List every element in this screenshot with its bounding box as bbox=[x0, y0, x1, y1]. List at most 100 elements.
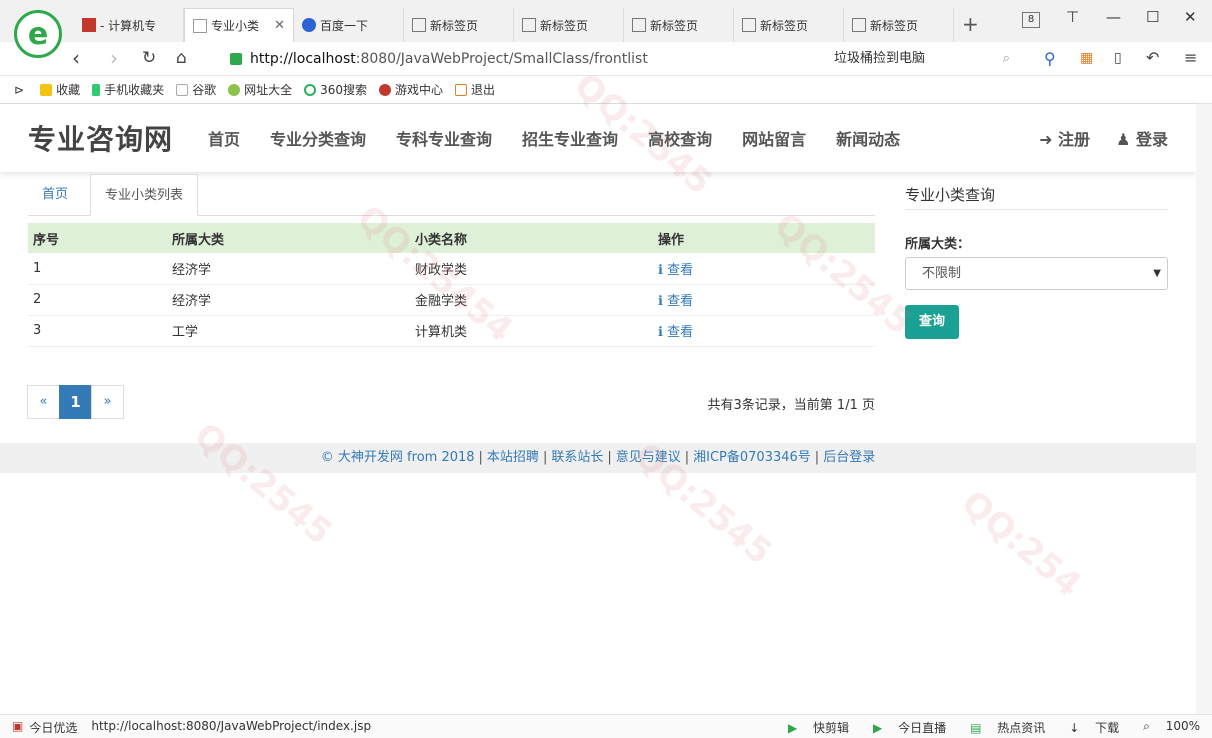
tab-count-badge[interactable]: 8 bbox=[1022, 12, 1040, 28]
tab-6[interactable]: 新标签页 bbox=[624, 8, 734, 42]
close-tab-icon[interactable]: ✕ bbox=[274, 18, 285, 33]
page-icon bbox=[193, 18, 207, 33]
info-icon: ℹ bbox=[658, 325, 668, 340]
bookmark-favorites[interactable]: 收藏 bbox=[40, 81, 80, 98]
pager-next[interactable]: » bbox=[91, 385, 124, 419]
page-content: 专业咨询网 首页 专业分类查询 专科专业查询 招生专业查询 高校查询 网站留言 … bbox=[0, 65, 1196, 714]
status-bar: ▣ 今日优选 http://localhost:8080/JavaWebProj… bbox=[0, 714, 1212, 738]
reader-icon[interactable]: ▯ bbox=[1114, 50, 1122, 66]
nav-college[interactable]: 高校查询 bbox=[648, 126, 712, 150]
phone-icon bbox=[92, 83, 101, 96]
grid-icon bbox=[742, 18, 756, 32]
magnifier-icon[interactable]: ⚲ bbox=[1044, 49, 1056, 68]
minimize-icon[interactable]: — bbox=[1106, 8, 1121, 26]
home-icon[interactable]: ⌂ bbox=[176, 48, 187, 68]
status-live[interactable]: ▶ 今日直播 bbox=[861, 719, 946, 736]
category-select[interactable]: 不限制 ▼ bbox=[905, 257, 1168, 290]
tab-5[interactable]: 新标签页 bbox=[514, 8, 624, 42]
view-link[interactable]: ℹ 查看 bbox=[653, 284, 875, 316]
status-label[interactable]: 今日优选 bbox=[29, 719, 77, 736]
skin-icon[interactable]: ⊤ bbox=[1066, 8, 1079, 26]
forward-icon[interactable]: › bbox=[110, 46, 118, 70]
footer-link-jobs[interactable]: 本站招聘 bbox=[487, 450, 539, 465]
login-link[interactable]: ♟ 登录 bbox=[1116, 126, 1168, 150]
nav-specialty[interactable]: 专科专业查询 bbox=[396, 126, 492, 150]
table-row: 2 经济学 金融学类 ℹ 查看 bbox=[28, 284, 875, 316]
register-link[interactable]: ➜ 注册 bbox=[1039, 126, 1090, 150]
nav-enrollment[interactable]: 招生专业查询 bbox=[522, 126, 618, 150]
pager-current[interactable]: 1 bbox=[59, 385, 92, 419]
tab-4[interactable]: 新标签页 bbox=[404, 8, 514, 42]
tab-label: - 计算机专 bbox=[100, 18, 157, 33]
nav-major-category[interactable]: 专业分类查询 bbox=[270, 126, 366, 150]
bookmark-360[interactable]: 360搜索 bbox=[304, 81, 367, 98]
nav-news[interactable]: 新闻动态 bbox=[836, 126, 900, 150]
bookmark-mobile[interactable]: 手机收藏夹 bbox=[92, 81, 164, 98]
login-label: 登录 bbox=[1135, 130, 1168, 149]
baidu-icon bbox=[302, 18, 316, 32]
nav-home[interactable]: 首页 bbox=[208, 126, 240, 150]
undo-icon[interactable]: ↶ bbox=[1146, 48, 1159, 67]
apps-icon[interactable]: ▦ bbox=[1080, 50, 1093, 66]
status-news[interactable]: ▤ 热点资讯 bbox=[958, 719, 1045, 736]
zoom-level[interactable]: ⌕ 100% bbox=[1131, 719, 1200, 736]
tab-label: 新标签页 bbox=[430, 18, 479, 33]
footer-link-contact[interactable]: 联系站长 bbox=[551, 450, 603, 465]
bookmark-games[interactable]: 游戏中心 bbox=[379, 81, 443, 98]
tab-active[interactable]: 专业小类 ✕ bbox=[184, 8, 294, 42]
exit-icon bbox=[455, 83, 468, 96]
breadcrumb: 首页 专业小类列表 bbox=[28, 174, 875, 216]
url-field[interactable]: http://localhost:8080/JavaWebProject/Sma… bbox=[230, 47, 810, 71]
back-icon[interactable]: ‹ bbox=[72, 46, 80, 70]
site-brand[interactable]: 专业咨询网 bbox=[28, 118, 173, 158]
browser-logo-icon[interactable]: e bbox=[14, 10, 62, 58]
view-label: 查看 bbox=[667, 325, 694, 340]
bookmark-exit[interactable]: 退出 bbox=[455, 81, 495, 98]
watermark: QQ:254 bbox=[953, 482, 1089, 606]
site-navbar: 专业咨询网 首页 专业分类查询 专科专业查询 招生专业查询 高校查询 网站留言 … bbox=[0, 104, 1196, 172]
footer-link-icp[interactable]: 湘ICP备0703346号 bbox=[693, 450, 811, 465]
footer-link-feedback[interactable]: 意见与建议 bbox=[616, 450, 681, 465]
search-field[interactable]: 垃圾桶捡到电脑 ⌕ bbox=[826, 47, 1016, 71]
breadcrumb-current[interactable]: 专业小类列表 bbox=[90, 174, 199, 216]
bookmark-label: 收藏 bbox=[56, 83, 81, 97]
bookmark-google[interactable]: 谷歌 bbox=[176, 81, 216, 98]
tab-label: 新标签页 bbox=[760, 18, 809, 33]
view-link[interactable]: ℹ 查看 bbox=[653, 315, 875, 347]
bookmark-label: 360搜索 bbox=[320, 83, 368, 97]
header-minor: 小类名称 bbox=[410, 223, 653, 253]
tab-3[interactable]: 百度一下 bbox=[294, 8, 404, 42]
nav-messages[interactable]: 网站留言 bbox=[742, 126, 806, 150]
close-window-icon[interactable]: ✕ bbox=[1184, 8, 1197, 26]
news-icon: ▤ bbox=[970, 721, 986, 735]
maximize-icon[interactable]: ☐ bbox=[1146, 8, 1159, 26]
pager-prev[interactable]: « bbox=[27, 385, 60, 419]
footer-link-admin[interactable]: 后台登录 bbox=[823, 450, 875, 465]
register-label: 注册 bbox=[1058, 130, 1091, 149]
scrollbar[interactable] bbox=[1196, 104, 1212, 714]
tab-1[interactable]: - 计算机专 bbox=[74, 8, 184, 42]
search-icon[interactable]: ⌕ bbox=[1003, 47, 1010, 71]
tab-7[interactable]: 新标签页 bbox=[734, 8, 844, 42]
minor-class-table: 序号 所属大类 小类名称 操作 1 经济学 财政学类 ℹ 查看 2 经济学 金融… bbox=[28, 223, 875, 347]
grid-icon bbox=[412, 18, 426, 32]
cell-minor: 财政学类 bbox=[410, 253, 653, 285]
tab-label: 专业小类 bbox=[211, 19, 260, 33]
reload-icon[interactable]: ↻ bbox=[142, 48, 156, 68]
gift-icon[interactable]: ▣ bbox=[12, 719, 23, 736]
menu-icon[interactable]: ≡ bbox=[1184, 48, 1197, 67]
download-button[interactable]: ↓ 下载 bbox=[1057, 719, 1119, 736]
bookmark-sites[interactable]: 网址大全 bbox=[228, 81, 292, 98]
play-icon: ▶ bbox=[787, 721, 801, 735]
sign-in-icon: ➜ bbox=[1039, 130, 1059, 149]
status-left: ▣ 今日优选 http://localhost:8080/JavaWebProj… bbox=[12, 719, 371, 736]
view-link[interactable]: ℹ 查看 bbox=[653, 253, 875, 285]
new-tab-button[interactable]: + bbox=[962, 12, 979, 36]
breadcrumb-home[interactable]: 首页 bbox=[28, 174, 82, 216]
query-button[interactable]: 查询 bbox=[905, 305, 959, 339]
status-clip[interactable]: ▶ 快剪辑 bbox=[776, 719, 849, 736]
secure-icon bbox=[230, 53, 242, 65]
tab-8[interactable]: 新标签页 bbox=[844, 8, 954, 42]
url-text[interactable]: http://localhost:8080/JavaWebProject/Sma… bbox=[250, 51, 648, 67]
sidebar-toggle-icon[interactable]: ⊳ bbox=[14, 83, 24, 97]
